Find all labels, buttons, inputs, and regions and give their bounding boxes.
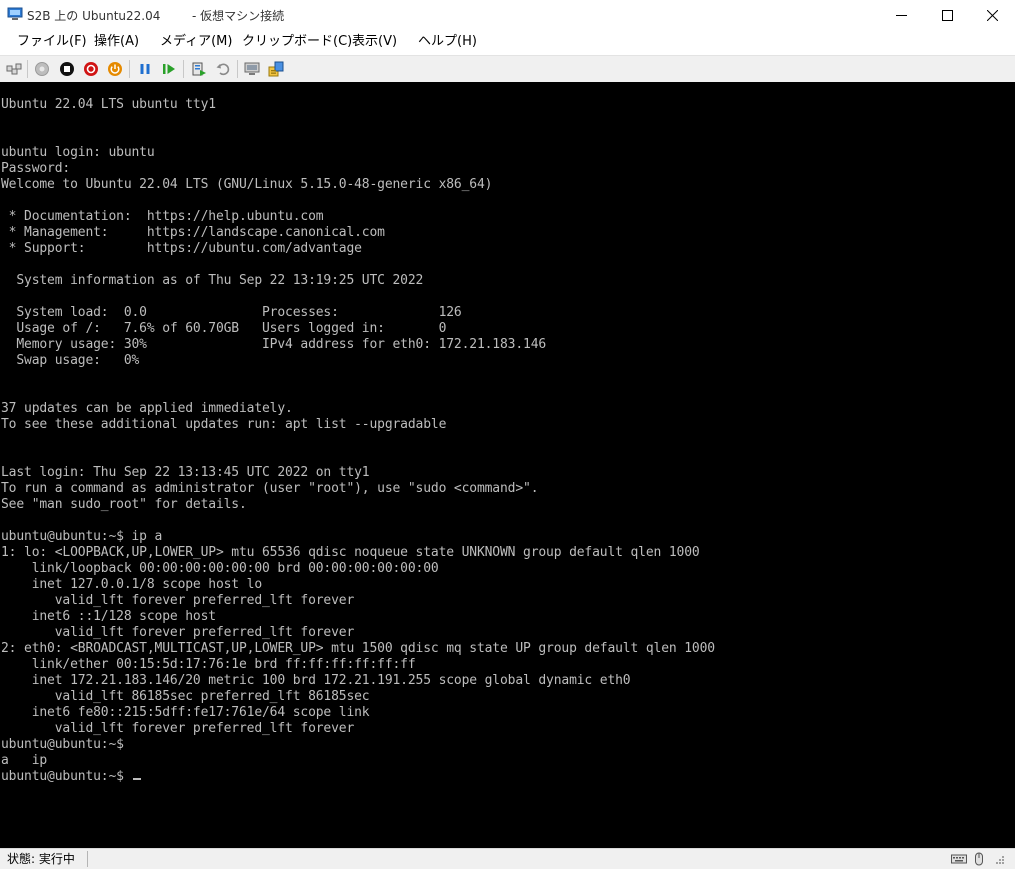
power-button[interactable] — [106, 60, 124, 78]
terminal-line: * Support: https://ubuntu.com/advantage — [1, 241, 362, 256]
terminal-line: 1: lo: <LOOPBACK,UP,LOWER_UP> mtu 65536 … — [1, 545, 700, 560]
terminal-line: inet6 ::1/128 scope host — [1, 609, 216, 624]
terminal-line: ubuntu@ubuntu:~$ ip a — [1, 529, 163, 544]
terminal-line: valid_lft forever preferred_lft forever — [1, 593, 355, 608]
pause-icon — [140, 64, 150, 74]
pause-button[interactable] — [136, 60, 154, 78]
terminal-line: Password: — [1, 161, 71, 176]
revert-icon — [216, 63, 230, 76]
window-title-suffix: - 仮想マシン接続 — [192, 9, 285, 23]
terminal-line: * Documentation: https://help.ubuntu.com — [1, 209, 324, 224]
power-icon — [108, 62, 122, 76]
shut-down-button[interactable] — [82, 60, 100, 78]
terminal-line: Memory usage: 30% IPv4 address for eth0:… — [1, 337, 547, 352]
terminal-prompt: ubuntu@ubuntu:~$ — [1, 769, 132, 784]
resize-grip-icon[interactable] — [990, 852, 1006, 866]
resume-icon — [163, 64, 175, 74]
terminal-line: link/loopback 00:00:00:00:00:00 brd 00:0… — [1, 561, 439, 576]
terminal-line: To see these additional updates run: apt… — [1, 417, 447, 432]
terminal-line: Last login: Thu Sep 22 13:13:45 UTC 2022… — [1, 465, 370, 480]
menu-view[interactable]: 表示(V) — [352, 33, 397, 51]
start-icon — [35, 62, 49, 76]
terminal-line: link/ether 00:15:5d:17:76:1e brd ff:ff:f… — [1, 657, 416, 672]
keyboard-icon — [951, 852, 967, 866]
share-button[interactable] — [267, 60, 285, 78]
menu-action[interactable]: 操作(A) — [94, 33, 139, 51]
close-button[interactable] — [969, 0, 1015, 30]
terminal-line: ubuntu@ubuntu:~$ — [1, 737, 124, 752]
terminal-line: valid_lft 86185sec preferred_lft 86185se… — [1, 689, 370, 704]
toolbar-separator — [129, 60, 130, 78]
terminal-line: inet 172.21.183.146/20 metric 100 brd 17… — [1, 673, 631, 688]
menu-help[interactable]: ヘルプ(H) — [418, 33, 477, 51]
terminal-line: Usage of /: 7.6% of 60.70GB Users logged… — [1, 321, 447, 336]
terminal-line: To run a command as administrator (user … — [1, 481, 539, 496]
minimize-icon — [895, 14, 907, 16]
maximize-icon — [941, 9, 953, 21]
menu-bar: ファイル(F) 操作(A) メディア(M) クリップボード(C) 表示(V) ヘ… — [0, 30, 1015, 54]
terminal-line: valid_lft forever preferred_lft forever — [1, 721, 355, 736]
maximize-button[interactable] — [924, 0, 970, 30]
status-bar: 状態: 実行中 — [0, 848, 1015, 869]
toolbar-separator — [27, 60, 28, 78]
terminal-line: a ip — [1, 753, 48, 768]
terminal-line: Ubuntu 22.04 LTS ubuntu tty1 — [1, 97, 216, 112]
ctrl-alt-del-button[interactable] — [5, 60, 23, 78]
terminal-prompt-line[interactable]: ubuntu@ubuntu:~$ — [1, 769, 715, 785]
toolbar-separator — [183, 60, 184, 78]
terminal-line: ubuntu login: ubuntu — [1, 145, 155, 160]
ctrl-alt-del-icon — [6, 63, 22, 75]
shut-down-icon — [84, 62, 98, 76]
vm-console[interactable]: Ubuntu 22.04 LTS ubuntu tty1 ubuntu login… — [0, 82, 1015, 848]
terminal-line: Welcome to Ubuntu 22.04 LTS (GNU/Linux 5… — [1, 177, 493, 192]
checkpoint-icon — [192, 62, 206, 76]
share-icon — [268, 61, 284, 77]
enhanced-session-button[interactable] — [243, 60, 261, 78]
mouse-icon — [971, 852, 987, 866]
terminal-line: inet6 fe80::215:5dff:fe17:761e/64 scope … — [1, 705, 370, 720]
title-bar: S2B 上の Ubuntu22.04 - 仮想マシン接続 — [0, 0, 1015, 30]
close-icon — [986, 9, 998, 21]
terminal-output: Ubuntu 22.04 LTS ubuntu tty1 ubuntu login… — [1, 97, 715, 785]
terminal-line: 37 updates can be applied immediately. — [1, 401, 293, 416]
terminal-line: valid_lft forever preferred_lft forever — [1, 625, 355, 640]
window-title-host: S2B 上の Ubuntu22.04 — [27, 9, 161, 23]
toolbar — [0, 55, 1015, 82]
minimize-button[interactable] — [878, 0, 924, 30]
menu-clipboard[interactable]: クリップボード(C) — [242, 33, 352, 51]
terminal-line: inet 127.0.0.1/8 scope host lo — [1, 577, 263, 592]
menu-file[interactable]: ファイル(F) — [17, 33, 87, 51]
terminal-line: System load: 0.0 Processes: 126 — [1, 305, 462, 320]
terminal-line: System information as of Thu Sep 22 13:1… — [1, 273, 424, 288]
toolbar-separator — [237, 60, 238, 78]
turn-off-button[interactable] — [58, 60, 76, 78]
start-button[interactable] — [33, 60, 51, 78]
enhanced-session-icon — [244, 62, 260, 75]
status-separator — [87, 851, 88, 867]
resume-button[interactable] — [160, 60, 178, 78]
checkpoint-button[interactable] — [190, 60, 208, 78]
terminal-cursor — [132, 778, 141, 780]
terminal-line: * Management: https://landscape.canonica… — [1, 225, 385, 240]
vm-connect-icon — [7, 7, 23, 21]
terminal-line: See "man sudo_root" for details. — [1, 497, 247, 512]
terminal-line: Swap usage: 0% — [1, 353, 140, 368]
menu-media[interactable]: メディア(M) — [160, 33, 232, 51]
vm-status: 状態: 実行中 — [7, 852, 75, 866]
turn-off-icon — [60, 62, 74, 76]
terminal-line: 2: eth0: <BROADCAST,MULTICAST,UP,LOWER_U… — [1, 641, 715, 656]
revert-button[interactable] — [214, 60, 232, 78]
